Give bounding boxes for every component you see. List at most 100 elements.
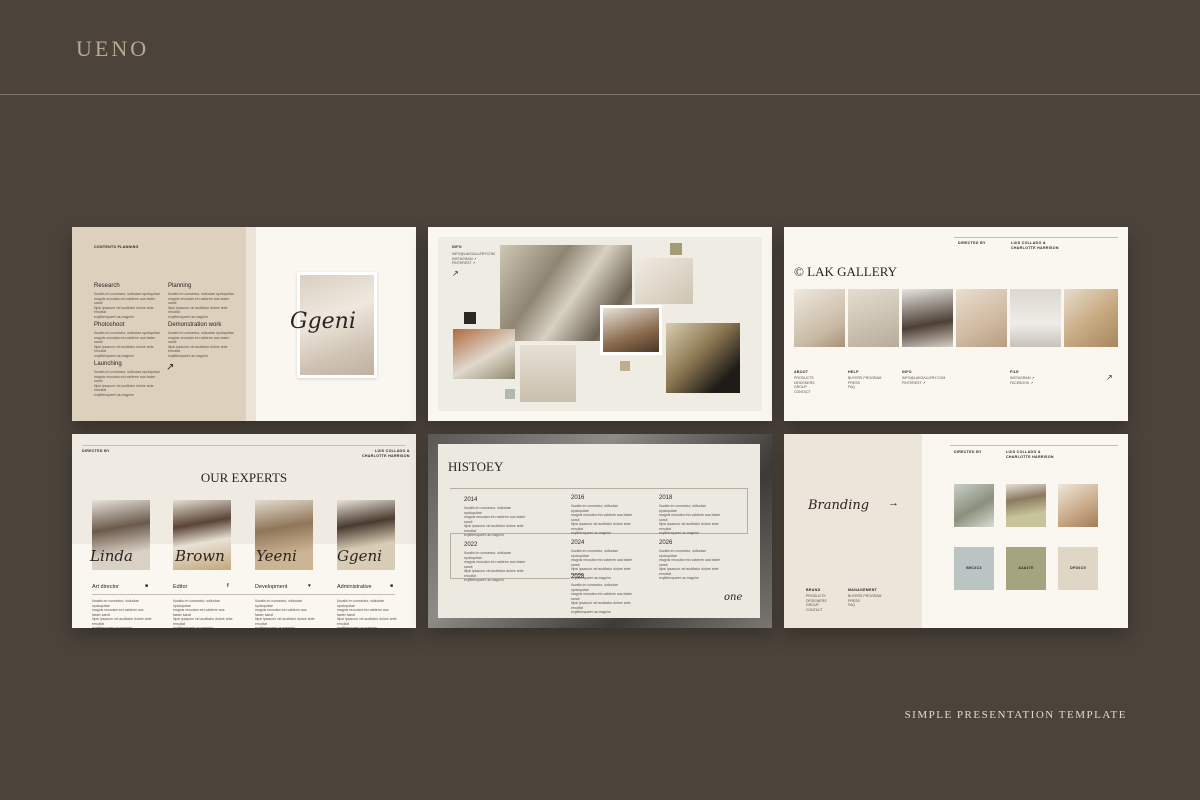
gallery-photo — [848, 289, 899, 347]
swatch-olive — [670, 243, 682, 255]
plant-photo — [666, 323, 740, 393]
info-line: PINTEREST ↗ — [452, 261, 476, 265]
year-label: 2018 — [659, 495, 673, 501]
script-signature: Ggeni — [290, 309, 356, 334]
gallery-photo — [794, 289, 845, 347]
expert-script: Brown — [175, 547, 225, 565]
footer-label: HELP — [848, 370, 859, 374]
slide-history[interactable]: HISTOEY 2014 Iluvalis im consectur, sidi… — [428, 434, 772, 628]
directed-by-names: LUIS COLLADO & CHARLOTTE HARRISON — [1011, 241, 1059, 250]
footer-links[interactable]: INSTAGRAM ↗ FACEBOOK ↗ — [1010, 376, 1034, 385]
expert-bio: Iluvalis im consectur, sidiuctae spoloqu… — [337, 599, 397, 628]
chair-photo — [453, 329, 515, 379]
expert-bio: Iluvalis im consectur, sidiuctae spoloqu… — [255, 599, 315, 628]
slide-header: CONTENTS PLANNING — [94, 245, 139, 249]
gallery-photo — [956, 289, 1007, 347]
facebook-icon[interactable]: f — [227, 583, 229, 589]
item-text: Iluvalis im consectur, sidiuctae spoloqu… — [94, 331, 160, 358]
expert-role: Art director — [92, 584, 119, 590]
expert-role: Editor — [173, 584, 188, 590]
item-text: Iluvalis im consectur, sidiuctae spoloqu… — [94, 292, 160, 319]
year-label: 2024 — [571, 540, 585, 546]
footer-links[interactable]: PRODUCTS DESIGNERS GROUP CONTACT — [806, 594, 827, 612]
fabric-photo — [635, 258, 693, 304]
gallery-photo — [902, 289, 953, 347]
item-title: Launching — [94, 361, 122, 367]
footer-label: MANAGEMENT — [848, 588, 878, 592]
tagline: SIMPLE PRESENTATION TEMPLATE — [904, 709, 1127, 721]
swatch-label: B9C4C3 — [966, 566, 982, 570]
arrow-icon: ↗ — [166, 362, 175, 373]
year-text: Iluvalis im consectur, sidiuctae spoloqu… — [659, 504, 721, 535]
item-title: Demonstration work — [168, 322, 222, 328]
year-label: 2014 — [464, 497, 478, 503]
brand-photo — [1058, 484, 1098, 527]
expert-script: Ggeni — [337, 547, 382, 565]
expert-script: Linda — [90, 547, 133, 565]
header-rule — [950, 445, 1118, 446]
header-divider — [0, 94, 1200, 95]
directed-by-names: LUIS COLLADO & CHARLOTTE HARRISON — [1006, 450, 1054, 459]
header-rule — [954, 237, 1118, 238]
footer-links[interactable]: BUYERS PROGRAM PRESS FAQ — [848, 594, 881, 608]
footer-label: INFO — [902, 370, 912, 374]
year-text: Iluvalis im consectur, sidiuctae spoloqu… — [464, 551, 526, 582]
expert-bio: Iluvalis im consectur, sidiuctae spoloqu… — [173, 599, 233, 628]
year-text: Iluvalis im consectur, sidiuctae spoloqu… — [571, 504, 633, 535]
brand-logo: UENO — [76, 36, 150, 61]
beige-strip — [246, 227, 256, 421]
footer-links[interactable]: BUYERS PROGRAM PRESS FAQ — [848, 376, 881, 390]
gallery-title: © LAK GALLERY — [794, 264, 898, 279]
item-text: Iluvalis im consectur, sidiuctae spoloqu… — [168, 331, 234, 358]
slide-moodboard[interactable]: INFO INFO@LAKGALLERYCOM INSTAGRAM ↗ PINT… — [428, 227, 772, 421]
year-text: Iluvalis im consectur, sidiuctae spoloqu… — [464, 506, 526, 537]
expert-role: Development — [255, 584, 288, 590]
directed-by-label: DIRECTED BY — [954, 450, 982, 454]
year-text: Iluvalis im consectur, sidiuctae spoloqu… — [659, 549, 721, 580]
footer-label: FILE — [1010, 370, 1019, 374]
branding-script: Branding — [808, 498, 870, 513]
item-title: Planning — [168, 283, 192, 289]
brand-photo — [1006, 484, 1046, 527]
script-page-word: one — [724, 592, 743, 603]
year-label: 2016 — [571, 495, 585, 501]
item-title: Photoshoot — [94, 322, 125, 328]
portrait-photo — [603, 308, 659, 352]
swatch-label: A4A47E — [1018, 566, 1034, 570]
slide-branding[interactable]: DIRECTED BY LUIS COLLADO & CHARLOTTE HAR… — [784, 434, 1128, 628]
slide-contents-planning[interactable]: CONTENTS PLANNING Research Iluvalis im c… — [72, 227, 416, 421]
footer-label: ABOUT — [794, 370, 809, 374]
footer-label: BRAND — [806, 588, 821, 592]
footer-links[interactable]: INFO@LAKGALLERY.COM PINTEREST ↗ — [902, 376, 945, 385]
year-label: 2028 — [571, 574, 585, 580]
chair2-photo — [520, 345, 576, 402]
gallery-photo — [1064, 289, 1118, 347]
directed-by-names: LUIS COLLADO & CHARLOTTE HARRISON — [362, 449, 410, 458]
swatch-black — [464, 312, 476, 324]
swatch-label: DFD6C5 — [1070, 566, 1086, 570]
slide-our-experts[interactable]: DIRECTED BY LUIS COLLADO & CHARLOTTE HAR… — [72, 434, 416, 628]
role-rule — [92, 594, 395, 595]
item-text: Iluvalis im consectur, sidiuctae spoloqu… — [168, 292, 234, 319]
arrow-right-icon[interactable]: → — [888, 497, 899, 509]
expert-bio: Iluvalis im consectur, sidiuctae spoloqu… — [92, 599, 152, 628]
twitter-icon[interactable]: ♥ — [308, 583, 311, 589]
arrow-icon: ↗ — [452, 269, 459, 278]
instagram-icon[interactable]: ■ — [145, 583, 148, 589]
directed-by-label: DIRECTED BY — [82, 449, 110, 453]
brand-photo — [954, 484, 994, 527]
slide-lak-gallery[interactable]: DIRECTED BY LUIS COLLADO & CHARLOTTE HAR… — [784, 227, 1128, 421]
year-text: Iluvalis im consectur, sidiuctae spoloqu… — [571, 583, 633, 614]
directed-by-label: DIRECTED BY — [958, 241, 986, 245]
swatch-grey — [505, 389, 515, 399]
info-label: INFO — [452, 245, 462, 249]
history-title: HISTOEY — [448, 459, 504, 474]
arrow-icon[interactable]: ↗ — [1106, 373, 1113, 382]
year-label: 2022 — [464, 542, 478, 548]
experts-title: OUR EXPERTS — [200, 470, 288, 485]
item-text: Iluvalis im consectur, sidiuctae spoloqu… — [94, 370, 160, 397]
instagram-icon[interactable]: ■ — [390, 583, 393, 589]
expert-script: Yeeni — [256, 547, 297, 565]
footer-links[interactable]: PRODUCTS DESIGNERS GROUP CONTACT — [794, 376, 815, 394]
gallery-photo — [1010, 289, 1061, 347]
